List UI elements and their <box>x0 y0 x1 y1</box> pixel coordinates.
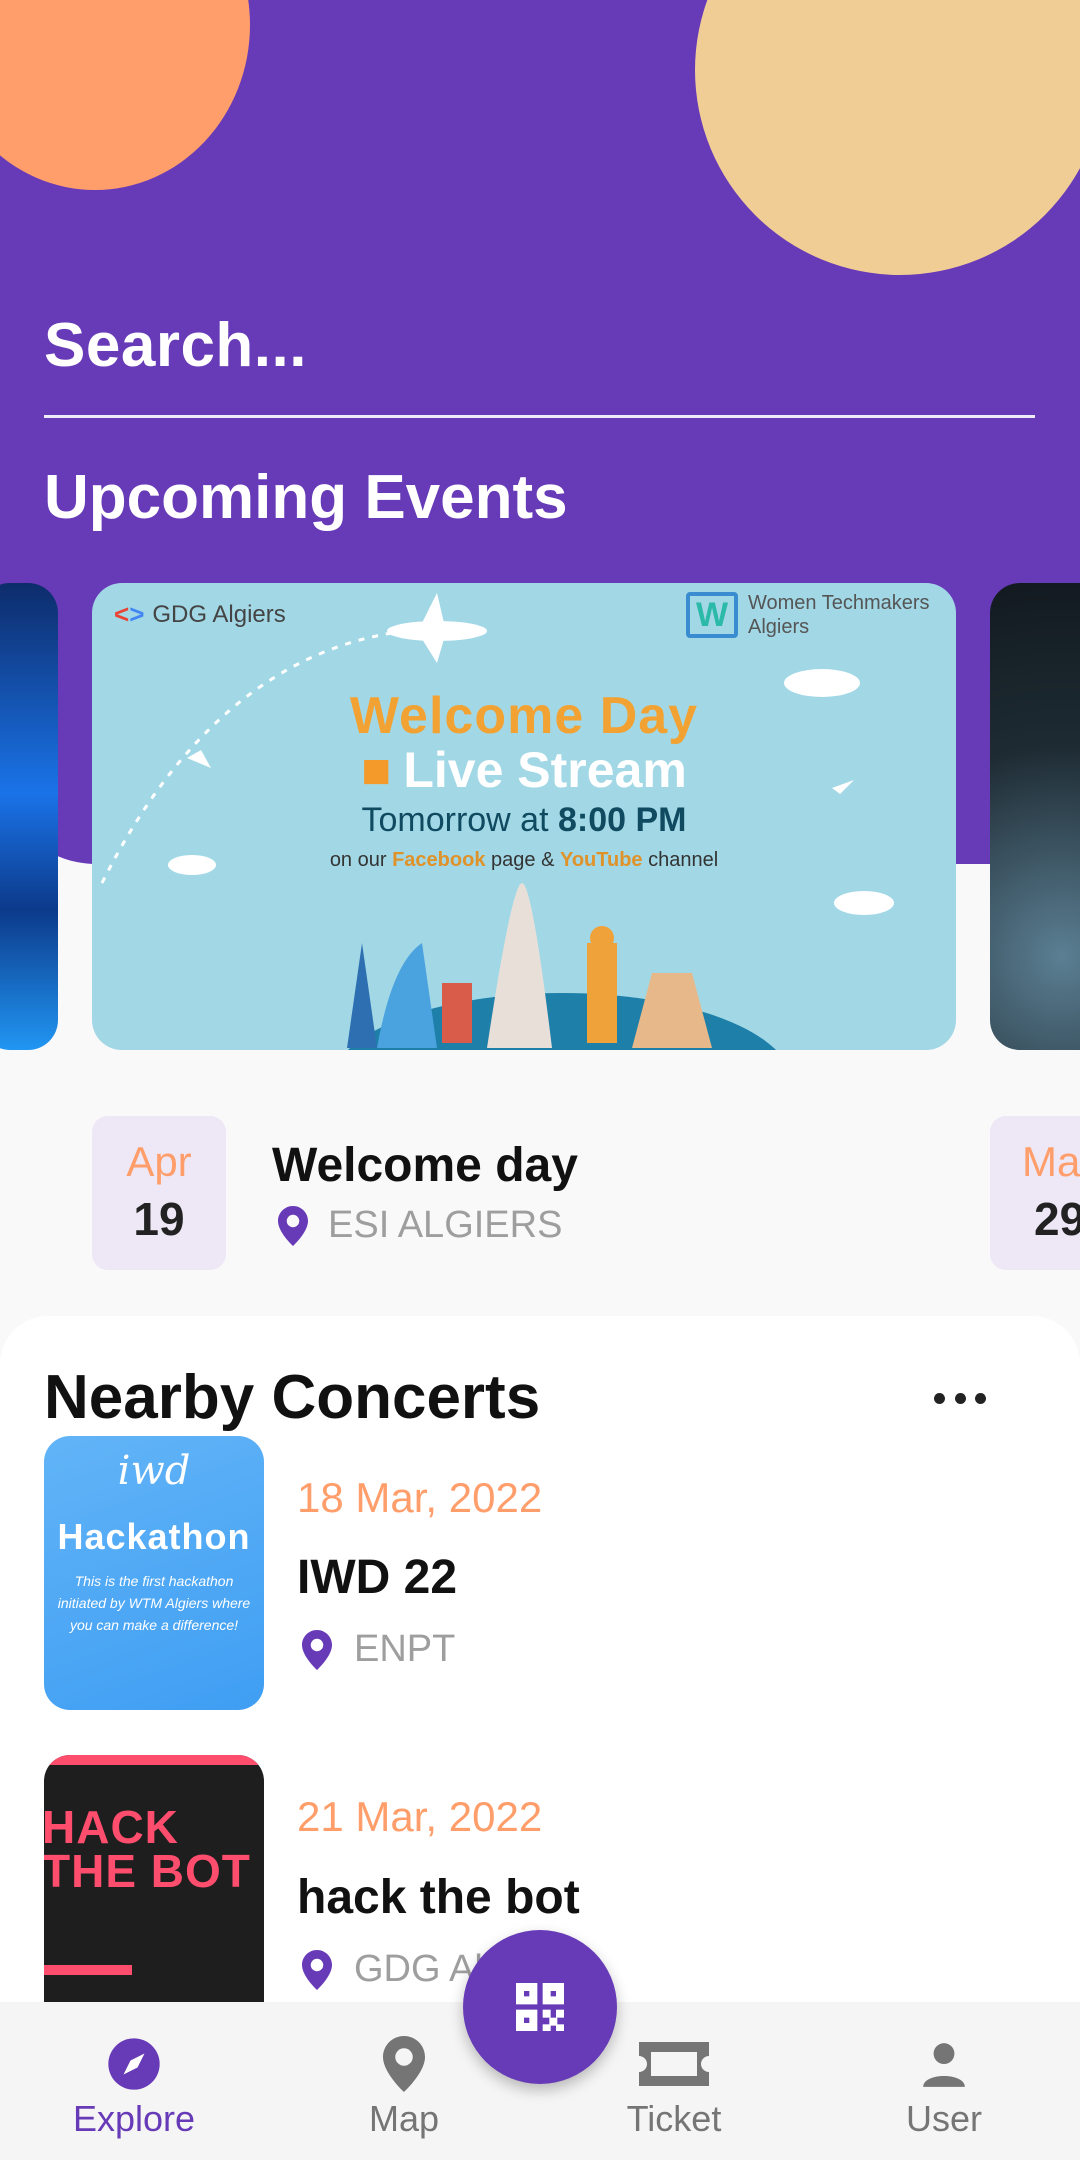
decor-circle-orange <box>0 0 250 190</box>
concert-thumbnail[interactable]: HACK THE BOT <box>44 1755 264 2029</box>
nav-user[interactable]: User <box>844 2002 1044 2160</box>
poster-time: Tomorrow at 8:00 PM <box>361 801 687 839</box>
location-pin-icon <box>278 1205 308 1246</box>
event-card-next[interactable] <box>990 583 1080 1050</box>
concert-date: 18 Mar, 2022 <box>297 1474 543 1521</box>
location-pin-icon <box>302 1629 332 1670</box>
nav-explore[interactable]: Explore <box>34 2002 234 2160</box>
ticket-icon <box>634 2034 714 2094</box>
video-camera-icon: ■ <box>361 742 392 798</box>
event-day: 19 <box>133 1193 185 1245</box>
user-icon <box>914 2034 974 2094</box>
next-event-date-badge: Ma 29 <box>990 1116 1080 1270</box>
qr-code-icon <box>516 1983 564 2031</box>
location-pin-icon <box>302 1949 332 1990</box>
poster-headline: Welcome Day <box>349 687 699 745</box>
map-pin-icon <box>374 2034 434 2094</box>
event-month: Apr <box>126 1138 192 1185</box>
more-options-icon[interactable] <box>928 1378 992 1418</box>
qr-scan-button[interactable] <box>463 1930 617 2084</box>
concert-title[interactable]: IWD 22 <box>297 1550 457 1605</box>
event-card-welcome-day[interactable]: <> GDG Algiers W Women Techmakers Algier… <box>92 583 956 1050</box>
event-title[interactable]: Welcome day <box>272 1138 578 1193</box>
concert-location: ENPT <box>302 1628 455 1671</box>
event-location: ESI ALGIERS <box>278 1204 562 1247</box>
gdg-logo: <> GDG Algiers <box>114 599 286 629</box>
concert-thumbnail[interactable]: iwd Hackathon This is the first hackatho… <box>44 1436 264 1710</box>
concert-title[interactable]: hack the bot <box>297 1870 580 1925</box>
concert-date: 21 Mar, 2022 <box>297 1793 543 1840</box>
decor-circle-peach <box>695 0 1080 275</box>
poster-subheadline: ■ Live Stream <box>361 742 687 798</box>
nearby-concerts-title: Nearby Concerts <box>44 1363 541 1432</box>
wtm-logo: W Women Techmakers Algiers <box>686 591 938 639</box>
event-card-previous[interactable] <box>0 583 58 1050</box>
search-placeholder: Search... <box>44 311 307 380</box>
concert-location: GDG Al <box>302 1948 483 1991</box>
search-input[interactable]: Search... <box>44 300 1035 418</box>
poster-channels: on our Facebook page & YouTube channel <box>329 849 719 871</box>
event-date-badge: Apr 19 <box>92 1116 226 1270</box>
upcoming-events-title: Upcoming Events <box>44 463 568 532</box>
compass-icon <box>104 2034 164 2094</box>
